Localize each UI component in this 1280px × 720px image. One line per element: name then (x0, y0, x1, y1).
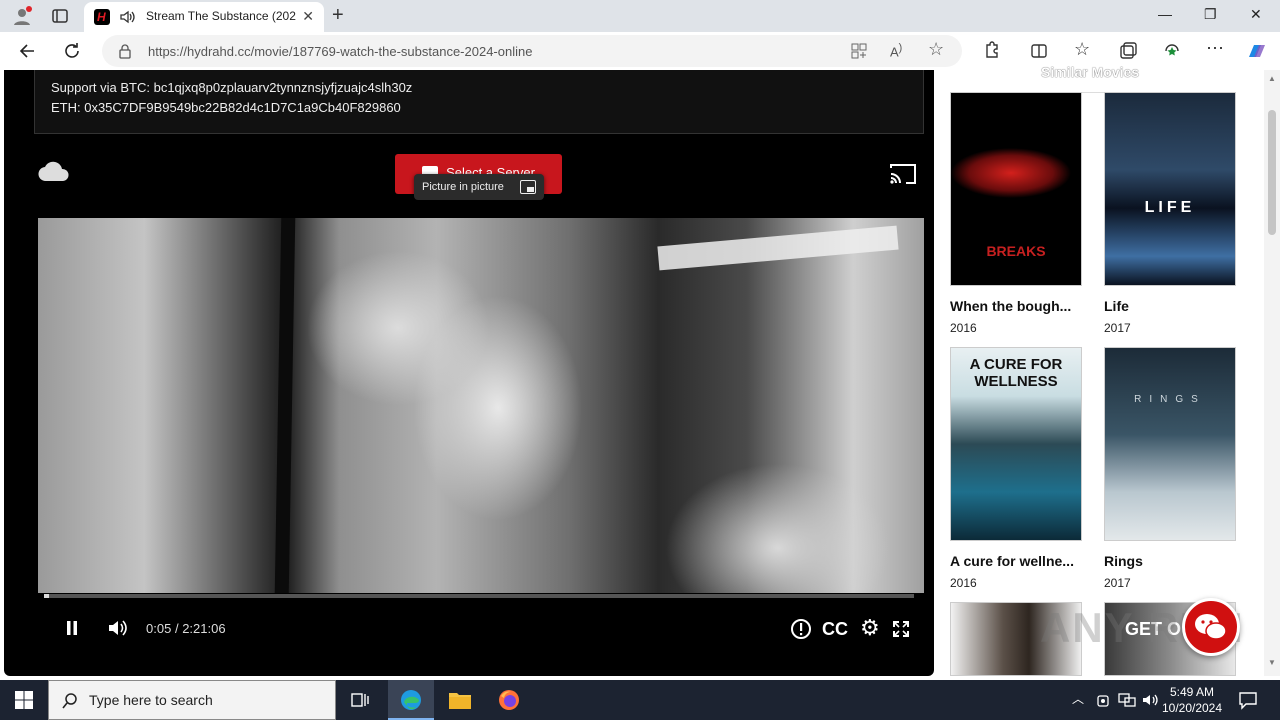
site-favicon-icon (94, 9, 110, 25)
scroll-down-icon[interactable]: ▼ (1268, 658, 1276, 667)
restore-icon[interactable]: ❐ (1204, 6, 1217, 23)
window-close-icon[interactable]: ✕ (1250, 6, 1262, 23)
taskbar-search-box[interactable]: Type here to search (48, 680, 336, 720)
eth-address: ETH: 0x35C7DF9B9549bc22B82d4c1D7C1a9Cb40… (51, 100, 401, 115)
time-separator: / (174, 621, 179, 636)
pause-icon[interactable] (64, 618, 80, 638)
support-box: Support via BTC: bc1qjxq8p0zplauarv2tynn… (34, 70, 924, 134)
btc-address: Support via BTC: bc1qjxq8p0zplauarv2tynn… (51, 80, 413, 95)
lock-icon[interactable] (118, 43, 132, 59)
refresh-icon[interactable] (62, 41, 82, 61)
scrollbar-thumb[interactable] (1268, 110, 1276, 235)
poster-title-text: BREAKS (986, 243, 1046, 259)
scroll-up-icon[interactable]: ▲ (1268, 74, 1276, 83)
movie-year: 2016 (950, 321, 977, 335)
movie-title[interactable]: A cure for wellne... (950, 553, 1090, 569)
app-available-icon[interactable] (850, 42, 868, 60)
movie-title[interactable]: Life (1104, 298, 1244, 314)
address-bar[interactable]: https://hydrahd.cc/movie/187769-watch-th… (102, 35, 962, 67)
current-time: 0:05 (146, 621, 172, 636)
volume-icon[interactable] (107, 618, 129, 638)
chat-bubble-icon (1195, 614, 1227, 640)
movie-year: 2017 (1104, 321, 1131, 335)
movie-poster[interactable]: LIFE (1104, 92, 1236, 286)
speaker-icon[interactable] (118, 8, 136, 26)
search-icon (62, 693, 77, 709)
notifications-icon[interactable] (1238, 690, 1258, 710)
collections-icon[interactable] (1118, 41, 1138, 61)
player-panel: Support via BTC: bc1qjxq8p0zplauarv2tynn… (4, 70, 934, 676)
more-menu-icon[interactable]: ⋯ (1206, 38, 1224, 59)
taskbar-clock[interactable]: 5:49 AM 10/20/2024 (1160, 684, 1224, 716)
pip-tooltip-text: Picture in picture (422, 181, 504, 193)
volume-tray-icon[interactable] (1142, 692, 1160, 708)
favorites-icon[interactable]: ☆ (1074, 39, 1090, 60)
clock-date: 10/20/2024 (1161, 701, 1223, 715)
firefox-icon[interactable] (497, 688, 521, 712)
seek-bar-progress (44, 594, 50, 598)
movie-year: 2016 (950, 576, 977, 590)
seek-bar[interactable] (44, 594, 914, 598)
chat-button[interactable] (1182, 598, 1240, 656)
read-aloud-icon[interactable]: A) (890, 42, 902, 59)
extensions-icon[interactable] (981, 41, 1001, 61)
file-explorer-icon[interactable] (448, 689, 472, 711)
poster-title-text: RINGS (1134, 394, 1206, 405)
settings-gear-icon[interactable]: ⚙ (860, 615, 880, 641)
show-hidden-icons-icon[interactable]: ︿ (1072, 690, 1084, 707)
active-tab[interactable]: Stream The Substance (2024 ✕ (84, 2, 324, 32)
taskbar-edge-app[interactable] (388, 680, 434, 720)
close-tab-icon[interactable]: ✕ (302, 8, 314, 25)
total-time: 2:21:06 (182, 621, 226, 636)
browser-essentials-icon[interactable] (1162, 41, 1182, 61)
security-icon[interactable] (1096, 692, 1110, 708)
video-frame[interactable] (38, 218, 924, 593)
movie-title[interactable]: When the bough... (950, 298, 1090, 314)
video-content (274, 218, 296, 593)
page-scrollbar[interactable]: ▲ ▼ (1264, 70, 1280, 676)
tab-strip: Stream The Substance (2024 ✕ + — ❐ ✕ (0, 0, 1280, 32)
windows-taskbar: Type here to search ︿ 5:49 AM 10/20/2024 (0, 680, 1280, 720)
poster-title-text: LIFE (1144, 199, 1196, 216)
network-icon[interactable] (1118, 692, 1136, 708)
edge-icon (401, 690, 421, 710)
pip-tooltip: Picture in picture (414, 174, 544, 200)
similar-movies-sidebar: Similar Movies BREAKS When the bough... … (940, 64, 1262, 680)
movie-poster[interactable]: RINGS (1104, 347, 1236, 541)
url-text[interactable]: https://hydrahd.cc/movie/187769-watch-th… (148, 44, 532, 59)
movie-poster[interactable]: BREAKS (950, 92, 1082, 286)
windows-start-icon[interactable] (14, 690, 34, 710)
search-placeholder: Type here to search (89, 692, 213, 708)
time-display: 0:05 / 2:21:06 (146, 621, 226, 636)
movie-year: 2017 (1104, 576, 1131, 590)
video-content (657, 225, 899, 271)
clock-time: 5:49 AM (1169, 685, 1215, 699)
tab-title: Stream The Substance (2024 (146, 9, 296, 23)
similar-movies-heading: Similar Movies (1041, 64, 1140, 80)
minimize-icon[interactable]: — (1158, 6, 1172, 22)
new-tab-icon[interactable]: + (332, 5, 344, 25)
movie-poster[interactable]: A CURE FOR WELLNESS (950, 347, 1082, 541)
movie-title[interactable]: Rings (1104, 553, 1244, 569)
profile-icon[interactable] (12, 6, 32, 26)
web-page: Support via BTC: bc1qjxq8p0zplauarv2tynn… (0, 64, 1280, 680)
cast-icon[interactable] (888, 162, 918, 186)
report-icon[interactable] (790, 618, 812, 640)
cloud-icon[interactable] (38, 160, 70, 182)
poster-title-text: A CURE FOR WELLNESS (969, 356, 1063, 390)
task-view-icon[interactable] (350, 690, 370, 710)
favorite-star-icon[interactable]: ☆ (928, 39, 944, 60)
fullscreen-icon[interactable] (892, 620, 910, 638)
split-screen-icon[interactable] (1029, 41, 1049, 61)
tab-actions-icon[interactable] (50, 6, 70, 26)
captions-button[interactable]: CC (822, 619, 848, 640)
back-icon[interactable] (18, 41, 38, 61)
picture-in-picture-icon[interactable] (520, 180, 536, 194)
copilot-icon[interactable] (1245, 39, 1269, 63)
